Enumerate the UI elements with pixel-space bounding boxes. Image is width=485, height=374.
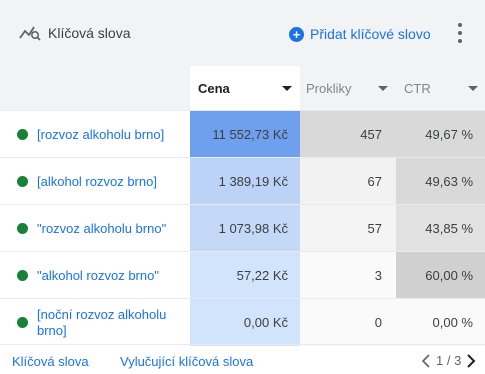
status-active-icon <box>17 270 28 281</box>
cell-ctr: 43,85 % <box>396 205 485 252</box>
keyword-chart-icon <box>19 26 41 41</box>
cell-cena: 1 389,19 Kč <box>190 158 300 205</box>
add-keyword-label: Přidat klíčové slovo <box>310 26 431 42</box>
cell-cena: 1 073,98 Kč <box>190 205 300 252</box>
chevron-left-icon[interactable] <box>420 353 432 368</box>
add-circle-icon: + <box>289 26 304 42</box>
tab-negative-keywords[interactable]: Vylučující klíčová slova <box>120 354 253 369</box>
sort-caret-icon <box>282 86 292 91</box>
cell-prokliky: 67 <box>300 158 396 205</box>
cell-prokliky: 457 <box>300 111 396 158</box>
table-row: "alkohol rozvoz brno" 57,22 Kč 3 60,00 % <box>0 251 485 299</box>
cell-cena: 0,00 Kč <box>190 299 300 346</box>
column-header-prokliky[interactable]: Prokliky <box>300 66 396 110</box>
keyword-link[interactable]: "alkohol rozvoz brno" <box>37 252 187 299</box>
add-keyword-button[interactable]: + Přidat klíčové slovo <box>289 22 431 46</box>
keyword-link[interactable]: [noční rozvoz alkoholu brno] <box>37 299 187 346</box>
cell-ctr: 60,00 % <box>396 252 485 299</box>
cell-prokliky: 0 <box>300 299 396 346</box>
card-footer: Klíčová slova Vylučující klíčová slova 1… <box>0 344 485 374</box>
cell-ctr: 0,00 % <box>396 299 485 346</box>
chevron-right-icon[interactable] <box>465 353 477 368</box>
cell-cena: 11 552,73 Kč <box>190 111 300 158</box>
cell-ctr: 49,63 % <box>396 158 485 205</box>
column-header-ctr-label: CTR <box>404 80 431 96</box>
more-vert-icon[interactable] <box>452 20 468 46</box>
keyword-link[interactable]: [rozvoz alkoholu brno] <box>37 111 187 158</box>
page-indicator: 1 / 3 <box>436 353 462 368</box>
status-active-icon <box>17 223 28 234</box>
tab-keywords[interactable]: Klíčová slova <box>12 354 89 369</box>
sort-caret-icon <box>378 86 388 91</box>
column-header-cena-label: Cena <box>198 80 230 96</box>
column-header-prokliky-label: Prokliky <box>306 80 352 96</box>
sort-caret-icon <box>468 86 478 91</box>
status-active-icon <box>17 129 28 140</box>
table-row: [alkohol rozvoz brno] 1 389,19 Kč 67 49,… <box>0 157 485 205</box>
cell-ctr: 49,67 % <box>396 111 485 158</box>
table-row: "rozvoz alkoholu brno" 1 073,98 Kč 57 43… <box>0 204 485 252</box>
card-title: Klíčová slova <box>48 25 131 41</box>
keyword-link[interactable]: "rozvoz alkoholu brno" <box>37 205 187 252</box>
column-header-ctr[interactable]: CTR <box>396 66 485 110</box>
card-header: Klíčová slova + Přidat klíčové slovo <box>0 0 485 66</box>
column-header-cena[interactable]: Cena <box>190 66 300 110</box>
table-row: [rozvoz alkoholu brno] 11 552,73 Kč 457 … <box>0 110 485 158</box>
cell-prokliky: 57 <box>300 205 396 252</box>
pagination: 1 / 3 <box>420 353 477 368</box>
status-active-icon <box>17 176 28 187</box>
cell-prokliky: 3 <box>300 252 396 299</box>
status-active-icon <box>17 317 28 328</box>
keyword-link[interactable]: [alkohol rozvoz brno] <box>37 158 187 205</box>
table-row: [noční rozvoz alkoholu brno] 0,00 Kč 0 0… <box>0 298 485 346</box>
cell-cena: 57,22 Kč <box>190 252 300 299</box>
table-header: Cena Prokliky CTR <box>0 66 485 110</box>
